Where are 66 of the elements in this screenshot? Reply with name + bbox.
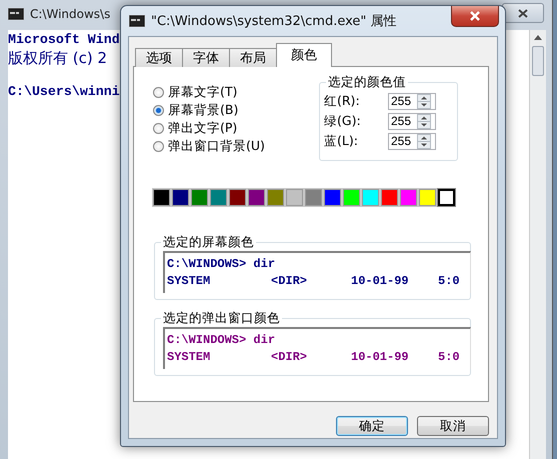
color-swatch[interactable] [153,189,170,206]
color-swatch[interactable] [286,189,303,206]
console-line: Microsoft Wind [8,32,120,48]
console-text: SYSTEM [167,349,212,366]
console-icon [8,8,24,20]
spin-field[interactable]: 255 [388,113,436,130]
console-text: 5:0 [438,273,461,290]
tab[interactable]: 颜色 [276,43,332,67]
color-swatch[interactable] [343,189,360,206]
radio-button[interactable] [153,104,164,116]
spin-field[interactable]: 255 [388,93,436,110]
console-text: SYSTEM [167,273,212,290]
color-swatch[interactable] [191,189,208,206]
field-label: 蓝(L): [324,133,359,150]
console-text: 5:0 [438,349,461,366]
close-icon [469,11,481,21]
radio-button[interactable] [153,86,164,98]
radio-button[interactable] [153,122,164,134]
spin-arrows-icon[interactable] [417,114,431,129]
close-button[interactable] [502,3,544,23]
color-swatch[interactable] [381,189,398,206]
console-text: C:\WINDOWS> dir [167,257,276,271]
color-swatch[interactable] [324,189,341,206]
group-title: 选定的屏幕颜色 [161,234,256,251]
color-swatch[interactable] [210,189,227,206]
field-label: 红(R): [324,93,361,110]
radio-label[interactable]: 屏幕背景(B) [168,102,238,118]
group-title: 选定的弹出窗口颜色 [161,310,282,327]
console-text: C:\WINDOWS> dir [167,333,276,347]
tab[interactable]: 布局 [229,48,277,67]
close-icon [518,8,528,18]
group-title: 选定的颜色值 [326,74,408,91]
spin-field[interactable]: 255 [388,133,436,150]
ok-button[interactable]: 确定 [336,416,408,436]
color-swatch[interactable] [419,189,436,206]
console-line: 版权所有 (c) 2 [8,48,108,68]
spin-arrows-icon[interactable] [417,94,431,109]
radio-button[interactable] [153,140,164,152]
color-swatch[interactable] [400,189,417,206]
up-arrow-icon[interactable] [534,35,542,40]
color-swatch[interactable] [305,189,322,206]
cancel-button[interactable]: 取消 [417,416,489,436]
radio-label[interactable]: 屏幕文字(T) [168,84,238,100]
radio-label[interactable]: 弹出窗口背景(U) [168,138,265,154]
console-text: 10-01-99 [351,273,410,290]
color-swatch[interactable] [248,189,265,206]
tab[interactable]: 字体 [182,48,230,67]
color-swatch[interactable] [362,189,379,206]
window-title: C:\Windows\s [30,7,110,21]
color-swatch[interactable] [172,189,189,206]
scroll-thumb[interactable] [532,46,544,76]
field-label: 绿(G): [324,113,362,130]
console-icon [129,14,145,26]
scrollbar[interactable] [529,30,546,459]
close-button[interactable] [451,6,499,27]
color-swatch[interactable] [229,189,246,206]
color-swatch[interactable] [438,189,455,206]
color-swatch[interactable] [267,189,284,206]
tab[interactable]: 选项 [135,48,183,67]
radio-label[interactable]: 弹出文字(P) [168,120,238,136]
window-title: "C:\Windows\system32\cmd.exe" 属性 [151,12,397,30]
console-text: 10-01-99 [351,349,410,366]
console-text: <DIR> [271,349,308,366]
console-text: <DIR> [271,273,308,290]
console-line: C:\Users\winni [8,84,120,100]
spin-arrows-icon[interactable] [417,134,431,149]
